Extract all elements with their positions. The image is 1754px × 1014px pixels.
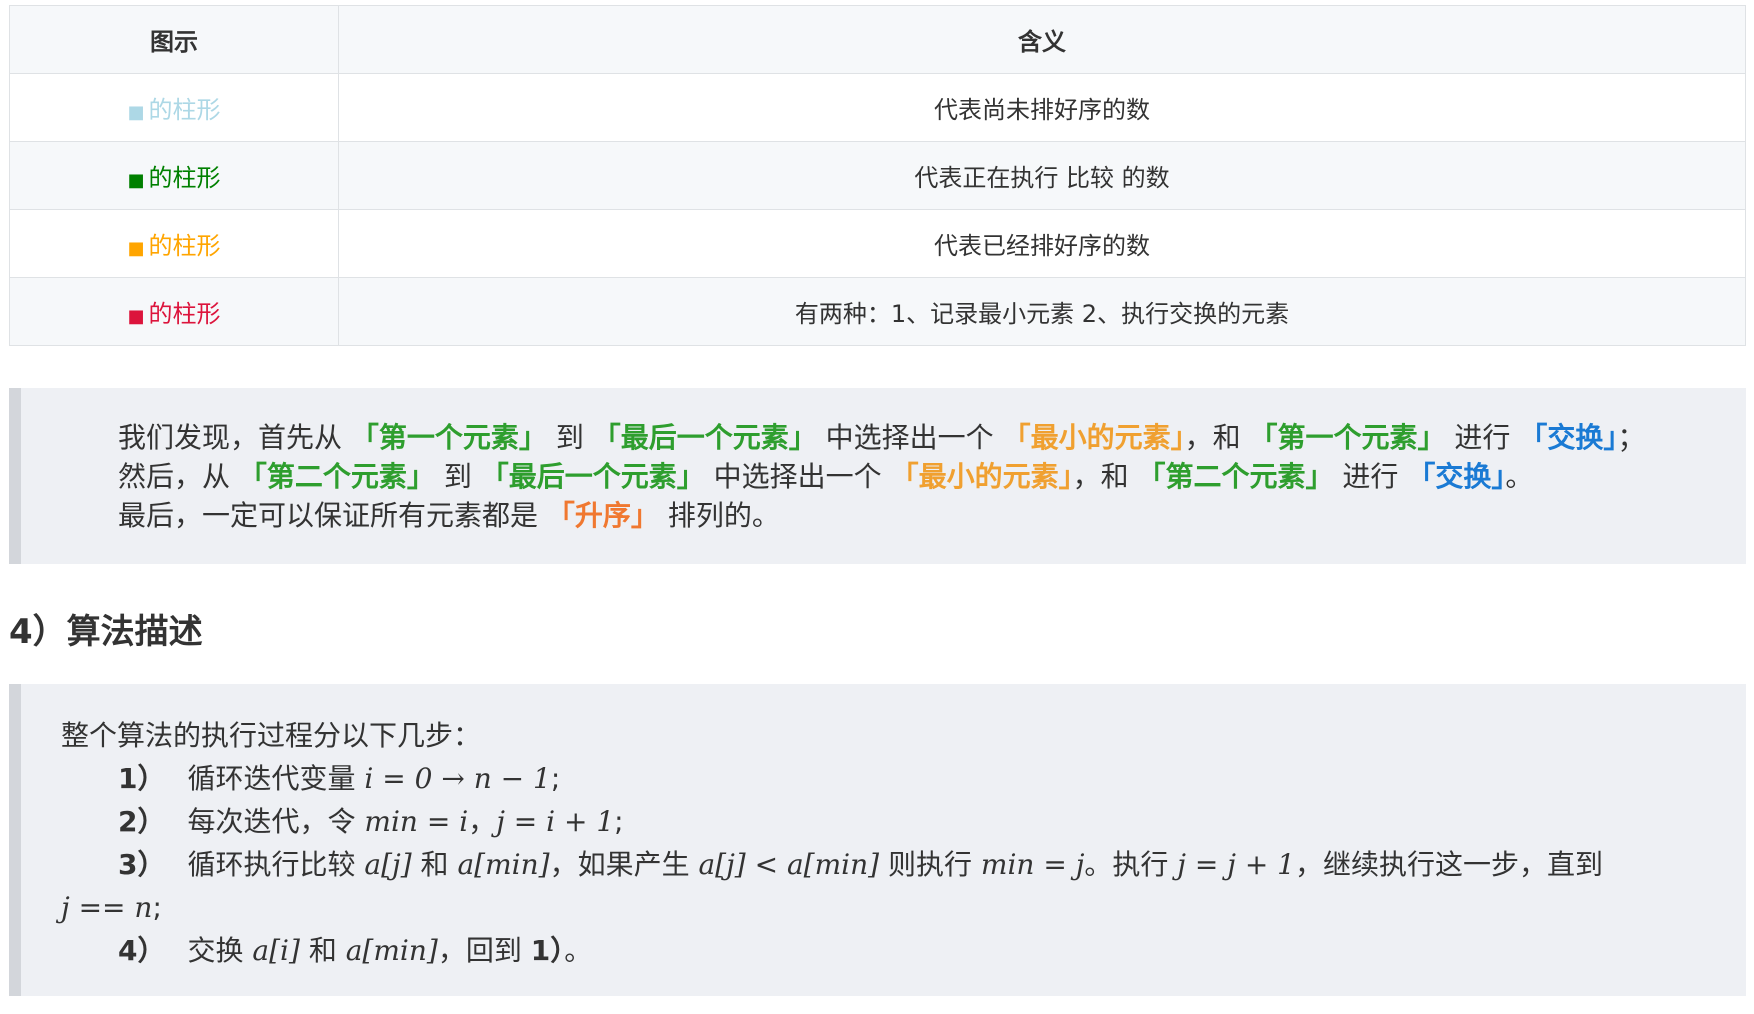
highlight-term: 「升序」 (546, 499, 659, 532)
meaning-cell: 代表已经排好序的数 (338, 209, 1746, 278)
highlight-term: 「交换」 (1407, 460, 1506, 493)
step-text: ，继续执行这一步，直到 (1295, 848, 1604, 881)
paragraph-text: 中选择出一个 (704, 460, 891, 493)
legend-label: 的柱形 (148, 300, 221, 328)
step-reference: 1） (530, 934, 565, 967)
color-square-icon: ■ (127, 102, 145, 123)
legend-cell: ■ 的柱形 (9, 209, 339, 278)
punct: ; (550, 762, 561, 795)
step-text: ，如果产生 (549, 848, 690, 881)
math-expr: a[j] < a[min] (698, 848, 880, 881)
step-text: ，回到 (437, 934, 522, 967)
color-square-icon: ■ (127, 306, 145, 327)
paragraph-text: ； (1617, 421, 1646, 454)
legend-cell: ■ 的柱形 (9, 141, 339, 210)
math-expr: a[min] (345, 934, 438, 967)
table-header-row: 图示 含义 (9, 5, 1746, 74)
step-number: 4） (118, 934, 166, 967)
step-4: 4） 交换 a[i] 和 a[min]，回到 1）。 (61, 929, 1706, 972)
meaning-cell: 有两种：1、记录最小元素 2、执行交换的元素 (338, 277, 1746, 346)
step-number: 2） (118, 805, 166, 838)
algorithm-intro: 整个算法的执行过程分以下几步： (61, 719, 482, 752)
header-legend: 图示 (9, 5, 339, 74)
legend-cell: ■ 的柱形 (9, 277, 339, 346)
step-number: 3） (118, 848, 166, 881)
math-expr: j = j + 1 (1177, 848, 1295, 881)
step-3: 3） 循环执行比较 a[j] 和 a[min]，如果产生 a[j] < a[min… (61, 843, 1706, 886)
step-1: 1） 循环迭代变量 i = 0 → n − 1; (61, 757, 1706, 800)
highlight-term: 「第一个元素」 (350, 421, 547, 454)
legend-label: 的柱形 (148, 96, 221, 124)
punct: ; (614, 805, 624, 838)
math-expr: min = j (980, 848, 1085, 881)
highlight-term: 「最小的元素」 (890, 460, 1073, 493)
color-square-icon: ■ (127, 170, 145, 191)
highlight-term: 「第二个元素」 (238, 460, 435, 493)
step-text: 和 (308, 934, 337, 967)
highlight-term: 「第一个元素」 (1249, 421, 1446, 454)
math-expr: min = i (364, 805, 469, 838)
paragraph-text: 到 (434, 460, 481, 493)
step-text: 。执行 (1084, 848, 1169, 881)
legend-label: 的柱形 (148, 164, 221, 192)
paragraph-text: 到 (546, 421, 593, 454)
math-expr: j = i + 1 (496, 805, 615, 838)
highlight-term: 「第二个元素」 (1137, 460, 1334, 493)
step-3-continuation: j == n; (61, 886, 1706, 929)
paragraph-text: ，和 (1072, 460, 1138, 493)
paragraph-text: 。 (1505, 460, 1534, 493)
math-expr: a[min] (457, 848, 550, 881)
punct: 。 (564, 934, 593, 967)
paragraph-text: ，和 (1184, 421, 1250, 454)
paragraph-text: 进行 (1333, 460, 1408, 493)
math-expr: a[i] (252, 934, 300, 967)
legend-label: 的柱形 (148, 232, 221, 260)
header-meaning: 含义 (338, 5, 1746, 74)
meaning-cell: 代表尚未排好序的数 (338, 73, 1746, 142)
legend-cell: ■ 的柱形 (9, 73, 339, 142)
highlight-term: 「最小的元素」 (1002, 421, 1185, 454)
explanation-line-3: 最后，一定可以保证所有元素都是 「升序」 排列的。 (118, 496, 1706, 535)
paragraph-text: 最后，一定可以保证所有元素都是 (118, 499, 547, 532)
punct: ， (468, 805, 497, 838)
math-expr: j == n (61, 891, 153, 924)
step-text: 和 (420, 848, 449, 881)
step-text: 交换 (187, 934, 244, 967)
section-heading: 4）算法描述 (9, 612, 203, 652)
step-number: 1） (118, 762, 166, 795)
explanation-blockquote: 我们发现，首先从 「第一个元素」 到 「最后一个元素」 中选择出一个 「最小的元… (9, 388, 1746, 564)
paragraph-text: 中选择出一个 (816, 421, 1003, 454)
step-text: 则执行 (887, 848, 972, 881)
step-text: 每次迭代，令 (187, 805, 356, 838)
paragraph-text: 然后，从 (118, 460, 239, 493)
highlight-term: 「交换」 (1519, 421, 1618, 454)
highlight-term: 「最后一个元素」 (480, 460, 705, 493)
legend-table: 图示 含义 ■ 的柱形 代表尚未排好序的数 ■ 的柱形 代表正在执行 比较 的数 ■ 的柱形代… (9, 5, 1746, 346)
math-expr: i = 0 → n − 1 (364, 762, 551, 795)
table-row: ■ 的柱形 有两种：1、记录最小元素 2、执行交换的元素 (9, 277, 1746, 346)
paragraph-text: 我们发现，首先从 (118, 421, 351, 454)
paragraph-text: 排列的。 (658, 499, 780, 532)
step-text: 循环执行比较 (187, 848, 356, 881)
explanation-line-2: 然后，从 「第二个元素」 到 「最后一个元素」 中选择出一个 「最小的元素」，和… (118, 457, 1706, 496)
meaning-cell: 代表正在执行 比较 的数 (338, 141, 1746, 210)
table-row: ■ 的柱形 代表尚未排好序的数 (9, 73, 1746, 142)
paragraph-text: 进行 (1445, 421, 1520, 454)
table-row: ■ 的柱形 代表正在执行 比较 的数 (9, 141, 1746, 210)
step-2: 2） 每次迭代，令 min = i，j = i + 1; (61, 800, 1706, 843)
algorithm-blockquote: 整个算法的执行过程分以下几步： 1） 循环迭代变量 i = 0 → n − 1; … (9, 684, 1746, 996)
punct: ; (152, 891, 162, 924)
math-expr: a[j] (364, 848, 412, 881)
highlight-term: 「最后一个元素」 (592, 421, 817, 454)
table-row: ■ 的柱形 代表已经排好序的数 (9, 209, 1746, 278)
step-text: 循环迭代变量 (187, 762, 356, 795)
explanation-line-1: 我们发现，首先从 「第一个元素」 到 「最后一个元素」 中选择出一个 「最小的元… (118, 418, 1706, 457)
color-square-icon: ■ (127, 238, 145, 259)
